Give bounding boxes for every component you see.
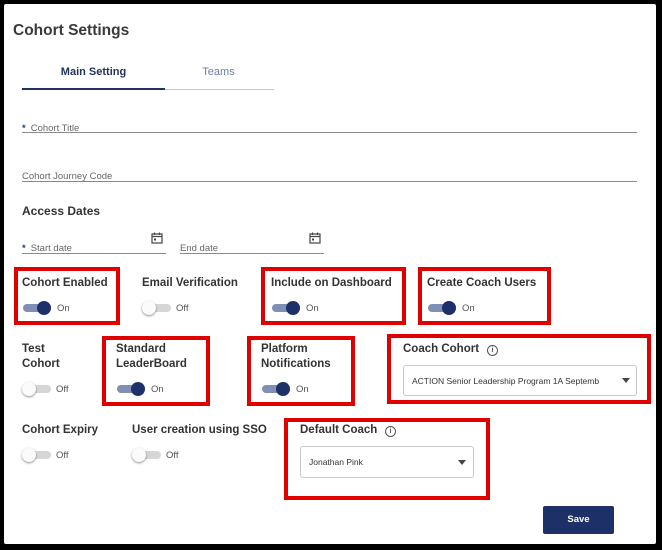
- platform-notifications-label: Platform Notifications: [261, 342, 331, 372]
- platform-notifications-label-line1: Platform: [261, 343, 308, 355]
- chevron-down-icon: [622, 378, 630, 383]
- coach-cohort-label: Coach Cohort: [403, 343, 480, 355]
- default-coach-label: Default Coach: [300, 424, 378, 436]
- end-date-underline: [180, 253, 324, 254]
- chevron-down-icon: [458, 460, 466, 465]
- platform-notifications-label-line2: Notifications: [261, 358, 331, 370]
- user-creation-sso-label: User creation using SSO: [132, 424, 267, 436]
- info-icon[interactable]: i: [385, 426, 396, 437]
- platform-notifications-state: On: [296, 384, 309, 395]
- user-creation-sso-state: Off: [166, 450, 179, 461]
- email-verification-toggle[interactable]: [142, 301, 173, 315]
- standard-leaderboard-state: On: [151, 384, 164, 395]
- end-date-field[interactable]: End date: [180, 238, 325, 254]
- cohort-enabled-toggle[interactable]: [23, 301, 53, 315]
- start-date-underline: [22, 253, 166, 254]
- access-dates-heading: Access Dates: [22, 204, 101, 218]
- standard-leaderboard-toggle[interactable]: [117, 382, 147, 396]
- user-creation-sso-toggle[interactable]: [132, 448, 163, 462]
- create-coach-users-state: On: [462, 303, 475, 314]
- journey-code-underline: [22, 181, 637, 182]
- tab-teams[interactable]: Teams: [147, 66, 290, 78]
- coach-cohort-value: ACTION Senior Leadership Program 1A Sept…: [412, 376, 600, 386]
- page-title: Cohort Settings: [13, 22, 130, 39]
- save-button[interactable]: Save: [543, 506, 614, 534]
- standard-leaderboard-label-line1: Standard: [116, 343, 166, 355]
- cohort-expiry-state: Off: [56, 450, 69, 461]
- include-dashboard-state: On: [306, 303, 319, 314]
- include-dashboard-label: Include on Dashboard: [271, 277, 392, 289]
- include-dashboard-toggle[interactable]: [272, 301, 302, 315]
- platform-notifications-toggle[interactable]: [262, 382, 292, 396]
- standard-leaderboard-label: Standard LeaderBoard: [116, 342, 187, 372]
- cohort-enabled-label: Cohort Enabled: [22, 277, 108, 289]
- start-date-field[interactable]: * Start date: [22, 238, 167, 254]
- tab-main-setting[interactable]: Main Setting: [22, 66, 165, 78]
- cohort-enabled-state: On: [57, 303, 70, 314]
- info-icon[interactable]: i: [487, 345, 498, 356]
- test-cohort-toggle[interactable]: [22, 382, 53, 396]
- calendar-icon[interactable]: [309, 232, 321, 244]
- default-coach-value: Jonathan Pink: [309, 457, 363, 467]
- cohort-title-underline: [22, 132, 637, 133]
- active-tab-indicator: [22, 88, 165, 90]
- cohort-title-field[interactable]: * Cohort Title: [22, 118, 637, 138]
- create-coach-users-label: Create Coach Users: [427, 277, 537, 289]
- cohort-expiry-label: Cohort Expiry: [22, 424, 99, 436]
- calendar-icon[interactable]: [151, 232, 163, 244]
- test-cohort-label: Test Cohort: [22, 342, 60, 372]
- standard-leaderboard-label-line2: LeaderBoard: [116, 358, 187, 370]
- test-cohort-label-line1: Test: [22, 343, 45, 355]
- cohort-expiry-toggle[interactable]: [22, 448, 53, 462]
- test-cohort-label-line2: Cohort: [22, 358, 60, 370]
- default-coach-select[interactable]: Jonathan Pink: [300, 446, 474, 478]
- email-verification-label: Email Verification: [142, 277, 238, 289]
- create-coach-users-toggle[interactable]: [428, 301, 458, 315]
- tab-divider: [165, 89, 274, 90]
- email-verification-state: Off: [176, 303, 189, 314]
- test-cohort-state: Off: [56, 384, 69, 395]
- coach-cohort-select[interactable]: ACTION Senior Leadership Program 1A Sept…: [403, 365, 637, 396]
- cohort-settings-panel: Cohort Settings Main Setting Teams * Coho…: [4, 4, 656, 544]
